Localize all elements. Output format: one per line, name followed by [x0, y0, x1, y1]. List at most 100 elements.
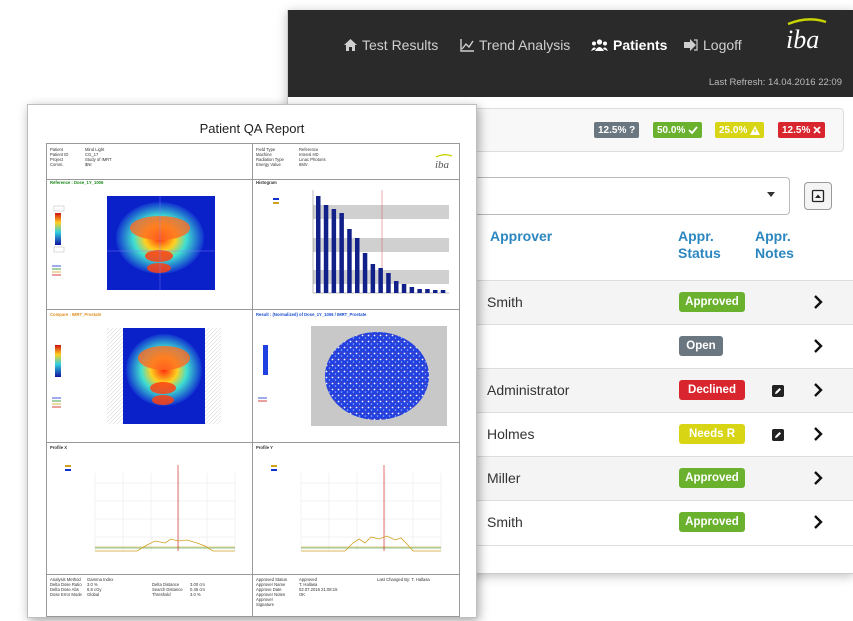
- nav-patients[interactable]: Patients: [591, 34, 667, 56]
- last-refresh: Last Refresh: 14.04.2016 22:09: [708, 77, 842, 88]
- users-icon: [591, 39, 608, 51]
- filter-badge-failed[interactable]: 12.5%: [778, 122, 826, 138]
- nav-test-results[interactable]: Test Results: [344, 34, 438, 56]
- footer-right-values: Approved T. Hallasa 02.07.2016 21:08:15 OK: [299, 577, 337, 597]
- filter-badge-passed[interactable]: 50.0%: [653, 122, 703, 138]
- caret-down-icon: [767, 192, 775, 197]
- nav-logoff-label: Logoff: [703, 37, 742, 53]
- profile-x-chart: [65, 465, 236, 552]
- value: 3.0 %: [190, 592, 201, 597]
- report-footer: Analysis Method Delta Dose Ratio Delta Dos…: [46, 574, 460, 617]
- status-badge: Approved: [679, 292, 745, 312]
- histogram-bar: [440, 290, 446, 293]
- histogram-bar: [370, 264, 376, 293]
- header-right-labels: Field Type Machine Radiation Type Energy Va…: [256, 147, 284, 167]
- col-approver[interactable]: Approver: [490, 228, 552, 245]
- col-appr-notes[interactable]: Appr. Notes: [755, 228, 794, 262]
- footer-mid-labels: Delta Distance Search Distance Threshold: [152, 582, 183, 597]
- histogram-bar: [347, 229, 352, 293]
- nav-trend-analysis[interactable]: Trend Analysis: [460, 34, 570, 56]
- line-chart-icon: [460, 38, 474, 52]
- collapse-icon: [811, 189, 825, 203]
- label: Dose Error Mode: [50, 592, 82, 597]
- histogram-bar: [323, 205, 329, 293]
- report-logo-text: iba: [435, 159, 450, 170]
- edit-note-icon[interactable]: [772, 385, 784, 397]
- footer-mid-values: 3.00 cm 0.45 cm 3.0 %: [190, 582, 205, 597]
- footer-left-values: Gamma Index 3.0 % 6.8 cGy Global: [87, 577, 113, 597]
- filter-badge-passed-label: 50.0%: [657, 124, 686, 136]
- status-badge: Needs R: [679, 424, 745, 444]
- label: Energy Value: [256, 162, 281, 167]
- label: Threshold: [152, 592, 171, 597]
- approver-name: Holmes: [487, 426, 535, 442]
- chevron-right-icon[interactable]: [810, 382, 826, 398]
- home-icon: [344, 39, 357, 51]
- chevron-right-icon[interactable]: [810, 470, 826, 486]
- histogram-bar: [316, 196, 321, 293]
- status-badge: Declined: [679, 380, 745, 400]
- nav-trend-analysis-label: Trend Analysis: [479, 37, 571, 53]
- nav-logoff[interactable]: Logoff: [684, 34, 742, 56]
- chevron-right-icon[interactable]: [810, 514, 826, 530]
- navbar: Test Results Trend Analysis Patients Log…: [288, 10, 853, 97]
- histogram-bar: [362, 253, 368, 293]
- edit-note-icon[interactable]: [772, 429, 784, 441]
- reference-dose-map: [52, 196, 215, 290]
- last-changed: Last Changed By: T. Hallasa: [377, 577, 430, 582]
- histogram-bar: [339, 213, 344, 293]
- histogram-bar: [409, 287, 415, 293]
- chevron-right-icon[interactable]: [810, 426, 826, 442]
- value: $NI: [85, 162, 92, 167]
- status-badge: Open: [679, 336, 723, 356]
- report-header-info: Patient Patient ID Project Comm. Mind Light…: [46, 143, 460, 180]
- profile-y-chart: [271, 465, 442, 552]
- header-right-values: Reference Intensi HD Linac Photons 6MV: [299, 147, 326, 167]
- chevron-right-icon[interactable]: [810, 338, 826, 354]
- histogram-bar: [417, 289, 422, 293]
- col-appr-notes-line1: Appr.: [755, 228, 791, 244]
- filter-badge-warning[interactable]: 25.0%: [715, 122, 765, 138]
- report-panels: Reference : Dose_1Y_1006 Histogram Compa…: [46, 178, 460, 575]
- histogram-bar: [425, 289, 430, 293]
- histogram-chart: [273, 190, 449, 294]
- status-badge: Approved: [679, 512, 745, 532]
- qa-report-document: Patient QA Report Patient Patient ID Proje…: [27, 104, 477, 618]
- histogram-bar: [394, 281, 399, 293]
- chevron-right-icon[interactable]: [810, 294, 826, 310]
- expand-button[interactable]: [804, 182, 832, 210]
- histogram-bar: [386, 273, 391, 293]
- approver-name: Smith: [487, 514, 523, 530]
- histogram-bar: [401, 284, 407, 293]
- histogram-bar: [378, 268, 383, 293]
- footer-right-labels: Approved Status Approver Name Approve Date…: [256, 577, 287, 607]
- filter-badge-warning-label: 25.0%: [719, 124, 748, 136]
- report-iba-logo: iba: [435, 154, 453, 170]
- col-appr-status-line1: Appr.: [678, 228, 714, 244]
- divider: [252, 144, 253, 179]
- iba-logo: iba: [786, 18, 827, 54]
- filter-badge-unknown-label: 12.5% ?: [598, 124, 636, 136]
- approver-name: Administrator: [487, 382, 570, 398]
- nav-patients-label: Patients: [613, 37, 668, 53]
- label: Signature: [256, 602, 274, 607]
- value: OK: [299, 592, 306, 597]
- compare-dose-map: [52, 328, 221, 424]
- col-appr-status-line2: Status: [678, 245, 721, 261]
- value: 6MV: [299, 162, 308, 167]
- logout-icon: [684, 39, 698, 51]
- nav-test-results-label: Test Results: [362, 37, 439, 53]
- footer-left-labels: Analysis Method Delta Dose Ratio Delta Dos…: [50, 577, 82, 597]
- close-icon: [813, 126, 821, 134]
- check-icon: [688, 126, 699, 134]
- filter-badge-unknown[interactable]: 12.5% ?: [594, 122, 640, 138]
- histogram-bar: [355, 238, 360, 293]
- label: Comm.: [50, 162, 64, 167]
- col-appr-notes-line2: Notes: [755, 245, 794, 261]
- header-left-values: Mind Light CG_17 Study of IMRT $NI: [85, 147, 112, 167]
- approver-name: Smith: [487, 294, 523, 310]
- header-left-labels: Patient Patient ID Project Comm.: [50, 147, 68, 167]
- histogram-bar: [433, 290, 438, 293]
- col-appr-status[interactable]: Appr. Status: [678, 228, 721, 262]
- report-title: Patient QA Report: [199, 121, 305, 136]
